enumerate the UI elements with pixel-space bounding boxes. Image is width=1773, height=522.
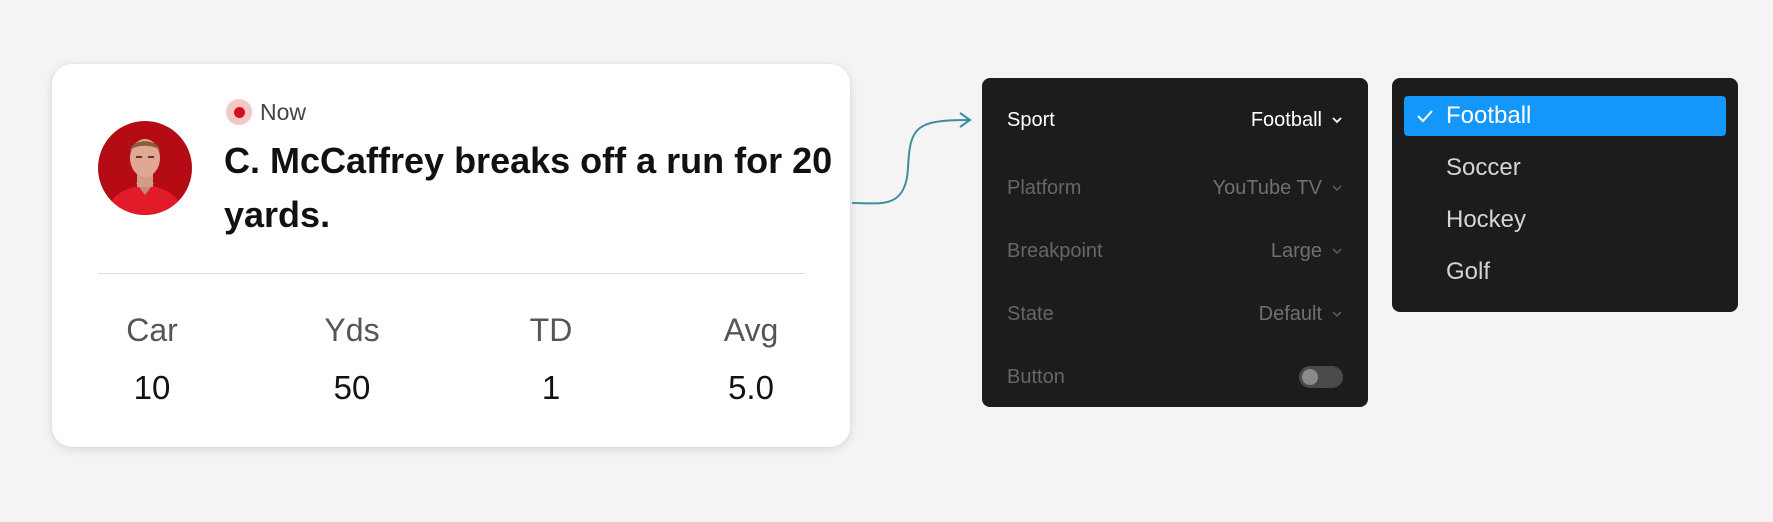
controls-panel: Sport Football Platform YouTube TV Break… — [982, 78, 1368, 407]
chevron-down-icon — [1332, 117, 1342, 124]
breakpoint-select[interactable]: Large — [1271, 240, 1343, 263]
play-headline: C. McCaffrey breaks off a run for 20 yar… — [224, 140, 833, 235]
button-toggle[interactable] — [1299, 366, 1343, 388]
control-label: Sport — [1007, 108, 1055, 131]
stat-car: Car 10 — [82, 312, 222, 406]
menu-item-label: Football — [1446, 102, 1532, 129]
chevron-down-icon — [1332, 311, 1342, 318]
menu-item-label: Soccer — [1446, 154, 1521, 181]
stat-label: TD — [529, 312, 573, 348]
chevron-down-icon — [1332, 185, 1342, 192]
menu-item-hockey[interactable]: Hockey — [1404, 200, 1726, 240]
menu-item-football[interactable]: Football — [1404, 96, 1726, 136]
control-value: Football — [1250, 108, 1322, 131]
control-platform[interactable]: Platform YouTube TV — [1007, 173, 1343, 203]
stat-label: Avg — [723, 312, 779, 348]
menu-item-soccer[interactable]: Soccer — [1404, 148, 1726, 188]
stat-value: 1 — [541, 369, 561, 406]
stat-label: Car — [126, 312, 178, 348]
control-value: Default — [1258, 302, 1322, 325]
live-indicator: Now — [226, 98, 306, 126]
control-sport[interactable]: Sport Football — [1007, 105, 1343, 135]
menu-item-label: Hockey — [1446, 206, 1527, 233]
check-icon — [1404, 109, 1446, 123]
player-avatar — [98, 121, 192, 215]
live-dot-icon — [226, 99, 252, 125]
stat-value: 5.0 — [728, 369, 774, 406]
stats-row: Car 10 Yds 50 TD 1 Avg 5.0 — [52, 64, 850, 447]
stat-value: 10 — [133, 369, 171, 406]
control-button: Button — [1007, 362, 1343, 392]
stat-yds: Yds 50 — [282, 312, 422, 406]
play-card[interactable]: Now C. McCaffrey breaks off a run for 20… — [52, 64, 850, 447]
menu-item-label: Golf — [1446, 258, 1491, 285]
state-select[interactable]: Default — [1259, 303, 1343, 326]
control-value: YouTube TV — [1212, 176, 1322, 199]
chevron-down-icon — [1332, 248, 1342, 255]
stat-avg: Avg 5.0 — [681, 312, 821, 406]
control-breakpoint[interactable]: Breakpoint Large — [1007, 236, 1343, 266]
sport-select[interactable]: Football — [1251, 109, 1343, 132]
connector-arrow — [851, 112, 972, 205]
live-label: Now — [260, 98, 307, 125]
divider — [98, 273, 805, 274]
control-label: Breakpoint — [1007, 239, 1103, 262]
control-value: Large — [1270, 239, 1322, 262]
stat-td: TD 1 — [481, 312, 621, 406]
control-label: Button — [1007, 365, 1065, 388]
menu-item-golf[interactable]: Golf — [1404, 252, 1726, 292]
control-label: Platform — [1007, 176, 1082, 199]
stat-label: Yds — [324, 312, 380, 348]
platform-select[interactable]: YouTube TV — [1213, 177, 1343, 200]
stat-value: 50 — [333, 369, 371, 406]
control-state[interactable]: State Default — [1007, 299, 1343, 329]
sport-dropdown-menu: Football Soccer Hockey Golf — [1392, 78, 1738, 312]
control-label: State — [1007, 302, 1054, 325]
